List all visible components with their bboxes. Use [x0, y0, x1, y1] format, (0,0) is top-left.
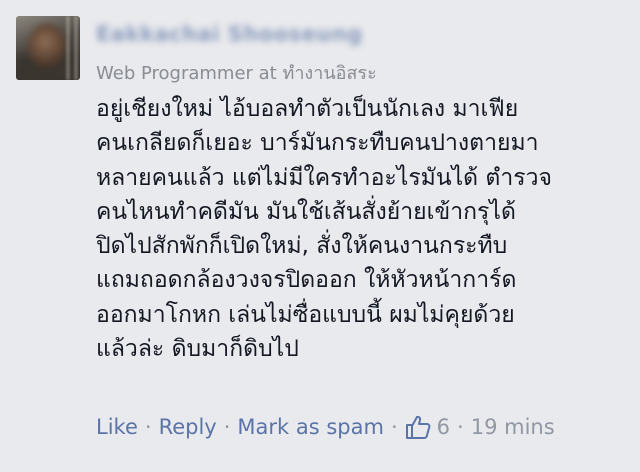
- separator: ·: [144, 415, 152, 439]
- author-subtitle: Web Programmer at ทำงานอิสระ: [96, 63, 377, 84]
- reply-link[interactable]: Reply: [159, 415, 217, 439]
- timestamp[interactable]: 19 mins: [471, 415, 555, 439]
- comment-line: อยู่เชียงใหม่ ไอ้บอลทำตัวเป็นนักเลง มาเฟ…: [96, 96, 519, 122]
- mark-as-spam-link[interactable]: Mark as spam: [237, 415, 384, 439]
- comment-line: คนไหนทำคดีมัน มันใช้เส้นสั่งย้ายเข้ากรุไ…: [96, 198, 516, 225]
- comment-line: คนเกลียดก็เยอะ บาร์มันกระทืบคนปางตายมา: [96, 130, 539, 157]
- like-count[interactable]: 6: [437, 415, 450, 439]
- comment-line: ปิดไปสักพักก็เปิดใหม่, สั่งให้คนงานกระทื…: [96, 233, 508, 260]
- comment-line: ออกมาโกหก เล่นไม่ซื่อแบบนี้ ผมไม่คุยด้วย: [96, 301, 515, 328]
- separator: ·: [223, 415, 231, 439]
- separator: ·: [457, 415, 464, 439]
- like-link[interactable]: Like: [96, 415, 138, 439]
- author-name[interactable]: Eakkachai Shooseung: [96, 22, 363, 46]
- comment-line: แล้วล่ะ ดิบมาก็ดิบไป: [96, 336, 299, 363]
- thumbs-up-icon[interactable]: [405, 415, 431, 439]
- comment-actions: Like · Reply · Mark as spam · 6 · 19 min…: [96, 415, 555, 439]
- comment-body: อยู่เชียงใหม่ ไอ้บอลทำตัวเป็นนักเลง มาเฟ…: [96, 92, 636, 366]
- comment-line: หลายคนแล้ว แต่ไม่มีใครทำอะไรมันได้ ตำรวจ: [96, 164, 552, 191]
- comment-line: แถมถอดกล้องวงจรปิดออก ให้หัวหน้าการ์ด: [96, 267, 517, 294]
- avatar[interactable]: [16, 16, 80, 80]
- comment: Eakkachai Shooseung Web Programmer at ทำ…: [0, 0, 640, 472]
- separator: ·: [390, 415, 398, 439]
